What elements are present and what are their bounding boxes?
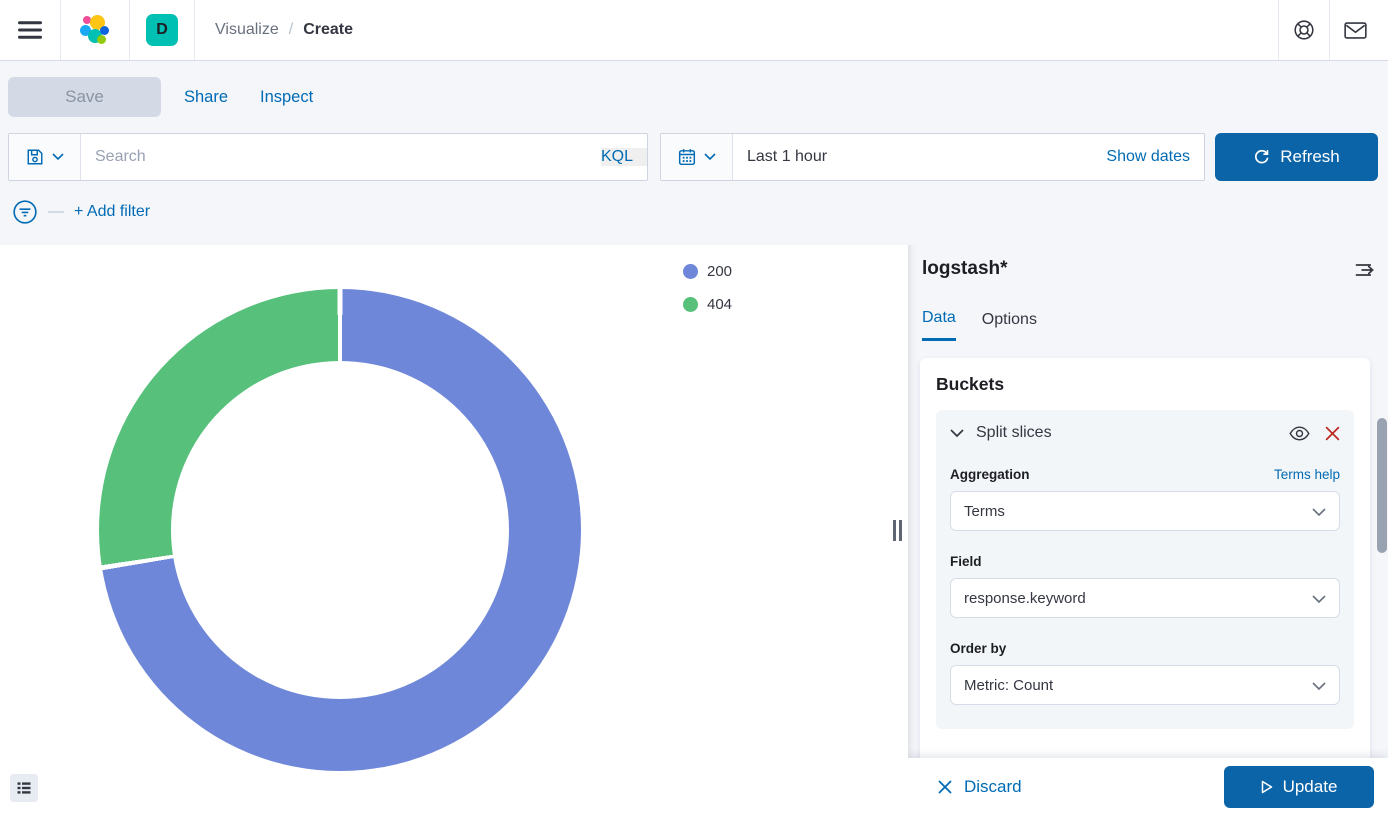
split-slices-accordion: Split slices Aggre <box>936 410 1354 729</box>
breadcrumb-create: Create <box>303 21 353 39</box>
order-by-label: Order by <box>950 641 1006 656</box>
toggle-visibility-button[interactable] <box>1289 426 1310 441</box>
query-language-button[interactable]: KQL <box>601 148 647 166</box>
breadcrumb-visualize[interactable]: Visualize <box>215 21 279 39</box>
eye-icon <box>1289 426 1310 441</box>
list-icon <box>16 780 32 796</box>
query-bar: KQL <box>8 133 648 181</box>
menu-right-icon <box>1354 260 1374 280</box>
accordion-chevron-icon <box>950 429 964 438</box>
refresh-button[interactable]: Refresh <box>1215 133 1378 181</box>
calendar-icon <box>678 148 696 166</box>
config-panel: logstash* Data Options Buckets Split sli… <box>908 245 1388 815</box>
time-range-value[interactable]: Last 1 hour <box>733 148 827 166</box>
aggregation-select[interactable]: Terms <box>950 491 1340 531</box>
collapse-panel-button[interactable] <box>1354 260 1374 283</box>
tab-data[interactable]: Data <box>922 309 956 341</box>
tab-options[interactable]: Options <box>982 309 1037 341</box>
chevron-down-icon <box>1312 595 1326 603</box>
legend-dot-404 <box>683 297 698 312</box>
chevron-down-icon <box>704 153 716 161</box>
legend-toggle-button[interactable] <box>10 774 38 802</box>
panel-tabs: Data Options <box>922 309 1037 341</box>
filter-bar: + Add filter <box>12 197 150 227</box>
discard-button[interactable]: Discard <box>938 777 1022 797</box>
mail-icon <box>1344 21 1367 40</box>
date-quick-select-button[interactable] <box>661 134 733 180</box>
visualization-panel: 200 404 <box>0 245 908 815</box>
close-icon <box>1325 426 1340 441</box>
play-icon <box>1261 780 1273 794</box>
filter-dash <box>48 211 64 213</box>
order-by-value: Metric: Count <box>964 677 1053 694</box>
legend-label: 200 <box>707 263 732 280</box>
refresh-button-label: Refresh <box>1280 147 1340 167</box>
split-slices-header[interactable]: Split slices <box>950 424 1340 442</box>
donut-chart[interactable] <box>99 289 581 771</box>
remove-bucket-button[interactable] <box>1325 426 1340 441</box>
field-label: Field <box>950 554 982 569</box>
help-lifebuoy-icon <box>1293 19 1315 41</box>
buckets-card: Buckets Split slices <box>920 358 1370 815</box>
legend-dot-200 <box>683 264 698 279</box>
show-dates-button[interactable]: Show dates <box>1106 148 1204 166</box>
buckets-heading: Buckets <box>936 374 1354 395</box>
refresh-icon <box>1253 149 1270 166</box>
close-icon <box>938 780 952 794</box>
order-by-select[interactable]: Metric: Count <box>950 665 1340 705</box>
help-button[interactable] <box>1279 0 1329 60</box>
panel-footer: Discard Update <box>908 758 1388 815</box>
space-badge: D <box>146 14 178 46</box>
aggregation-value: Terms <box>964 503 1005 520</box>
hamburger-menu-button[interactable] <box>0 0 60 60</box>
panel-resize-handle[interactable] <box>893 520 902 541</box>
chevron-down-icon <box>1312 682 1326 690</box>
save-button[interactable]: Save <box>8 77 161 117</box>
share-button[interactable]: Share <box>184 77 228 117</box>
filter-options-button[interactable] <box>12 199 38 225</box>
breadcrumb: Visualize / Create <box>195 0 353 60</box>
elastic-logo-icon <box>80 15 110 45</box>
index-pattern-title: logstash* <box>922 258 1008 280</box>
elastic-logo-cell[interactable] <box>61 0 129 60</box>
donut-hole <box>171 361 509 699</box>
inspect-button[interactable]: Inspect <box>260 77 313 117</box>
aggregation-label: Aggregation <box>950 467 1030 482</box>
legend-label: 404 <box>707 296 732 313</box>
filter-circle-icon <box>12 199 38 225</box>
space-selector[interactable]: D <box>130 0 194 60</box>
field-value: response.keyword <box>964 590 1086 607</box>
time-picker: Last 1 hour Show dates <box>660 133 1205 181</box>
newsfeed-button[interactable] <box>1330 0 1380 60</box>
scrollbar-thumb[interactable] <box>1377 418 1387 553</box>
update-button[interactable]: Update <box>1224 766 1374 808</box>
field-select[interactable]: response.keyword <box>950 578 1340 618</box>
breadcrumb-separator: / <box>289 21 293 39</box>
saved-query-menu-button[interactable] <box>9 134 81 180</box>
chevron-down-icon <box>52 153 64 161</box>
discard-label: Discard <box>964 777 1022 797</box>
add-filter-button[interactable]: + Add filter <box>74 203 150 221</box>
legend-item[interactable]: 404 <box>683 294 732 315</box>
top-header: D Visualize / Create <box>0 0 1388 61</box>
save-query-icon <box>26 148 44 166</box>
terms-help-link[interactable]: Terms help <box>1274 467 1340 482</box>
chart-legend: 200 404 <box>683 261 732 327</box>
search-input[interactable] <box>81 134 601 180</box>
legend-item[interactable]: 200 <box>683 261 732 282</box>
bucket-type-label: Split slices <box>976 424 1052 442</box>
update-label: Update <box>1283 777 1338 797</box>
hamburger-icon <box>18 18 42 42</box>
chevron-down-icon <box>1312 508 1326 516</box>
